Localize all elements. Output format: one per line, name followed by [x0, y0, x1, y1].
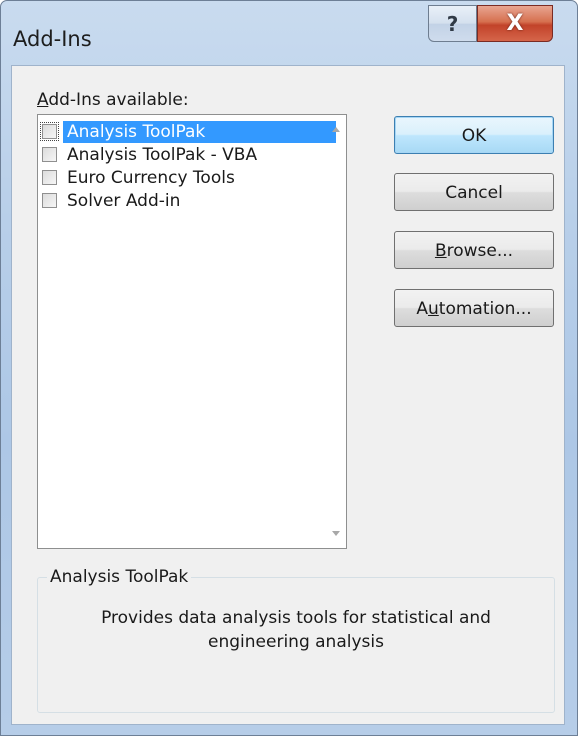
list-item-label: Analysis ToolPak - VBA [67, 145, 258, 165]
list-item-solver-add-in[interactable]: Solver Add-in [40, 190, 340, 212]
dialog-body: Add-Ins available: Analysis ToolPak Anal… [11, 65, 565, 725]
checkbox-analysis-toolpak-vba[interactable] [42, 147, 57, 162]
title-bar[interactable]: Add-Ins ? X [1, 1, 577, 65]
list-item-label: Analysis ToolPak [63, 121, 336, 143]
scroll-up-arrow-icon[interactable] [332, 127, 340, 132]
ok-button[interactable]: OK [394, 116, 554, 154]
add-ins-listbox[interactable]: Analysis ToolPak Analysis ToolPak - VBA … [37, 114, 347, 549]
add-ins-dialog: Add-Ins ? X Add-Ins available: Analysis … [0, 0, 578, 736]
add-ins-available-label: Add-Ins available: [37, 90, 189, 110]
description-group: Analysis ToolPak Provides data analysis … [37, 567, 555, 713]
cancel-button[interactable]: Cancel [394, 173, 554, 211]
list-item-analysis-toolpak[interactable]: Analysis ToolPak [40, 121, 340, 143]
list-item-euro-currency-tools[interactable]: Euro Currency Tools [40, 167, 340, 189]
checkbox-analysis-toolpak[interactable] [40, 122, 59, 141]
automation-label-pre: A [416, 299, 429, 319]
automation-button[interactable]: Automation... [394, 289, 554, 327]
browse-button[interactable]: Browse... [394, 231, 554, 269]
list-item-label: Euro Currency Tools [67, 168, 235, 188]
automation-label-post: tomation... [438, 299, 532, 319]
label-accelerator: A [37, 90, 49, 110]
dialog-title: Add-Ins [13, 27, 92, 51]
list-item-analysis-toolpak-vba[interactable]: Analysis ToolPak - VBA [40, 144, 340, 166]
automation-accelerator: u [428, 299, 439, 319]
scroll-down-arrow-icon[interactable] [332, 531, 340, 536]
close-icon: X [506, 11, 524, 36]
label-rest: dd-Ins available: [48, 90, 189, 110]
question-mark-icon: ? [446, 11, 459, 36]
checkbox-euro-currency-tools[interactable] [42, 170, 57, 185]
browse-accelerator: B [434, 241, 447, 261]
help-button[interactable]: ? [428, 5, 477, 42]
browse-label-post: rowse... [446, 241, 514, 261]
close-button[interactable]: X [477, 5, 553, 42]
checkbox-solver-add-in[interactable] [42, 193, 57, 208]
list-item-label: Solver Add-in [67, 191, 181, 211]
add-in-description: Provides data analysis tools for statist… [101, 608, 491, 652]
description-group-title: Analysis ToolPak [47, 567, 192, 587]
